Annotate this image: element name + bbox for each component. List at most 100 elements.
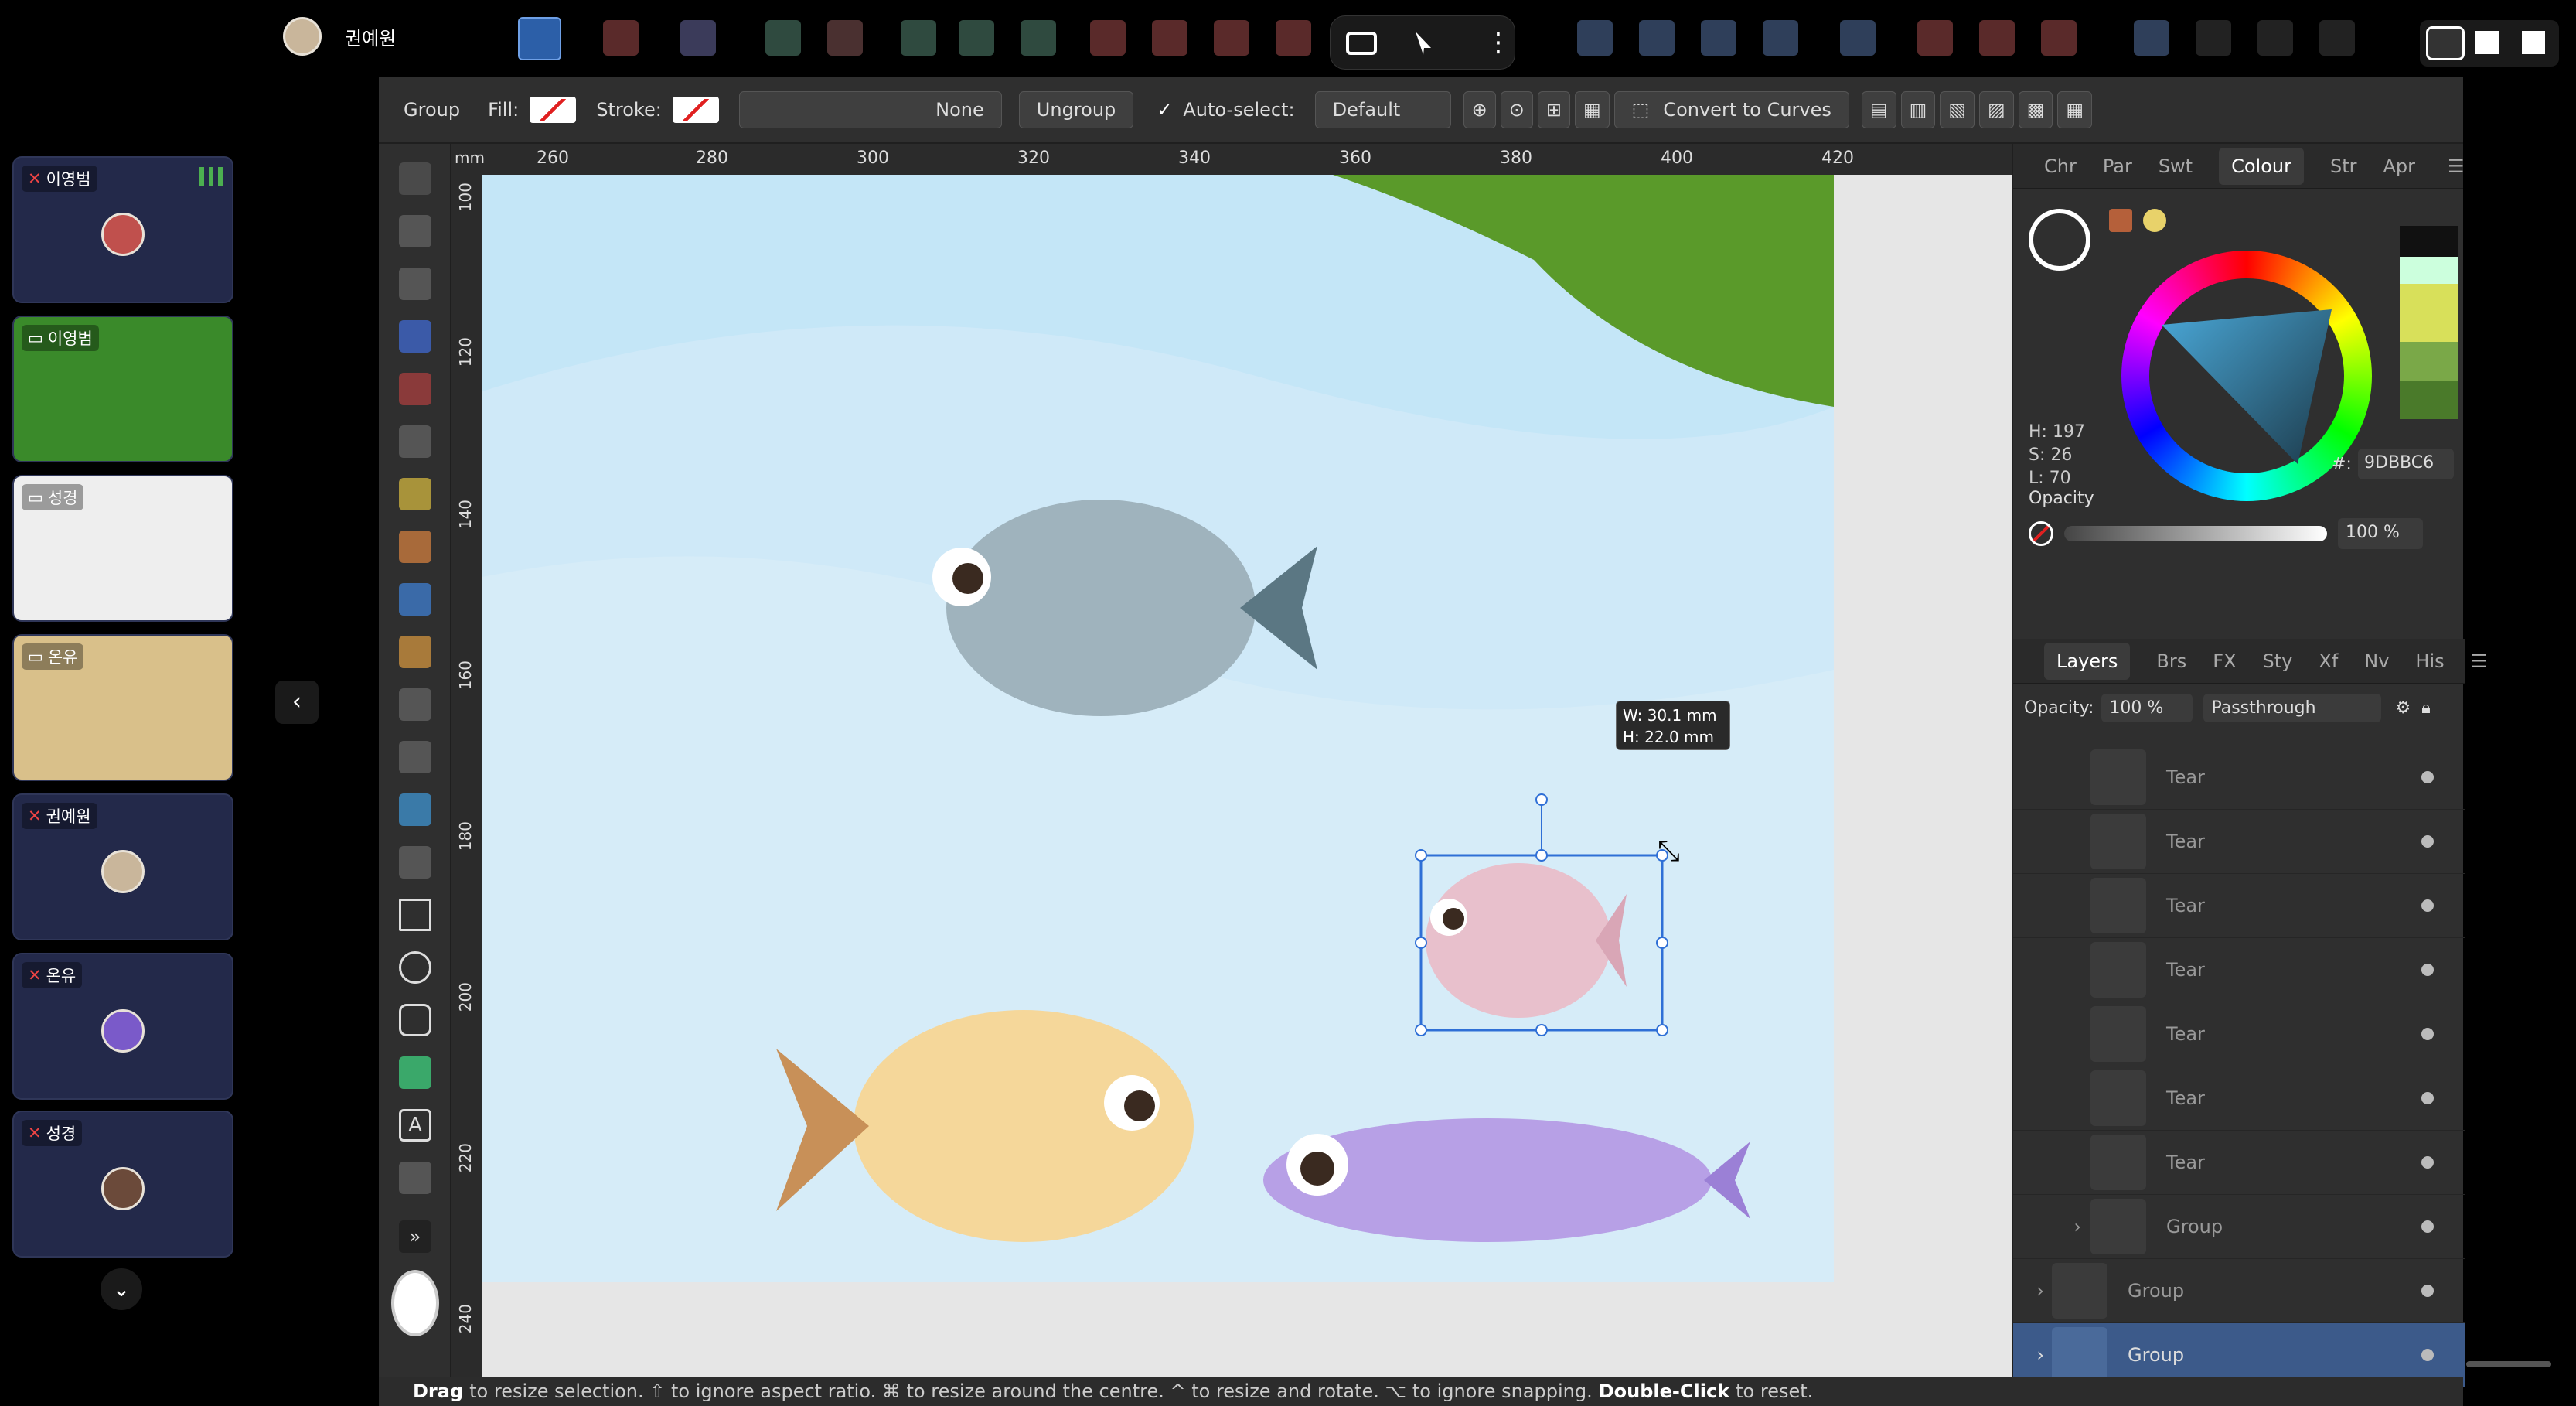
layer-row[interactable]: Tear <box>2013 1066 2465 1131</box>
boolean-xor-icon[interactable] <box>1276 20 1311 56</box>
view-mode-icon[interactable] <box>680 20 716 56</box>
layer-row[interactable]: Tear <box>2013 938 2465 1002</box>
align-icon[interactable] <box>1840 20 1876 56</box>
layer-row[interactable]: Tear <box>2013 1002 2465 1066</box>
resize-handle[interactable] <box>1656 1024 1668 1036</box>
boolean-intersect-icon[interactable] <box>1214 20 1249 56</box>
eyedropper-icon[interactable] <box>2109 209 2132 232</box>
visibility-icon[interactable] <box>2421 1349 2434 1361</box>
rotation-handle[interactable] <box>1535 793 1548 806</box>
visibility-icon[interactable] <box>2421 1028 2434 1040</box>
layer-settings-icon[interactable]: ⚙ <box>2395 698 2411 718</box>
persona-icon[interactable] <box>2319 20 2355 56</box>
crop-tool-icon[interactable] <box>399 846 431 879</box>
bbox-icon[interactable]: ⊙ <box>1500 91 1533 128</box>
rectangle-tool-icon[interactable] <box>399 899 431 931</box>
fill-tool-icon[interactable] <box>399 688 431 721</box>
expand-icon[interactable]: › <box>2013 1280 2052 1302</box>
tab-str[interactable]: Str <box>2330 155 2357 177</box>
gear-icon[interactable] <box>827 20 863 56</box>
participant-tile-4[interactable]: ▭ 온유 <box>12 634 233 781</box>
layer-row[interactable]: Tear <box>2013 1131 2465 1195</box>
fill-swatch[interactable] <box>530 97 577 123</box>
tab-swt[interactable]: Swt <box>2159 155 2193 177</box>
snap-icon[interactable] <box>603 20 639 56</box>
studio-icon[interactable] <box>2196 20 2231 56</box>
resize-handle[interactable] <box>1535 1024 1548 1036</box>
place-image-icon[interactable] <box>399 793 431 826</box>
participant-tile-5[interactable]: ✕ 권예원 <box>12 793 233 940</box>
no-colour-icon[interactable] <box>2029 521 2053 546</box>
visibility-icon[interactable] <box>2421 1220 2434 1233</box>
rounded-rect-tool-icon[interactable] <box>399 1004 431 1036</box>
guides-icon[interactable] <box>1917 20 1953 56</box>
flip-v-icon[interactable] <box>1639 20 1675 56</box>
stroke-style-dropdown[interactable]: None <box>738 91 1002 128</box>
layer-row[interactable]: Tear <box>2013 746 2465 810</box>
visibility-icon[interactable] <box>2421 771 2434 783</box>
layer-row[interactable]: › Group <box>2013 1195 2465 1259</box>
resize-handle[interactable] <box>1415 849 1427 862</box>
expand-icon[interactable]: › <box>2013 1344 2052 1366</box>
participant-tile-2[interactable]: ▭ 이영범 <box>12 316 233 462</box>
align-center-icon[interactable]: ▥ <box>1900 91 1936 128</box>
panel-menu-icon[interactable]: ☰ <box>2448 155 2465 177</box>
layout-grid-icon[interactable] <box>2475 31 2499 54</box>
resize-handle[interactable] <box>1415 1024 1427 1036</box>
eyedropper-tool-icon[interactable] <box>399 1162 431 1194</box>
visibility-icon[interactable] <box>2421 835 2434 848</box>
tab-par[interactable]: Par <box>2103 155 2132 177</box>
layout-sidebar-icon[interactable] <box>2522 31 2545 54</box>
participant-tile-6[interactable]: ✕ 온유 <box>12 953 233 1100</box>
snapping-magnet-icon[interactable] <box>2041 20 2077 56</box>
pencil-tool-icon[interactable] <box>399 478 431 510</box>
pen-tool-icon[interactable] <box>399 425 431 458</box>
lock-icon[interactable]: 🔒︎ <box>2421 698 2431 718</box>
visibility-icon[interactable] <box>2421 899 2434 912</box>
fill-stroke-selector[interactable] <box>2029 209 2090 271</box>
layer-row[interactable]: Tear <box>2013 874 2465 938</box>
tab-fx[interactable]: FX <box>2213 650 2236 672</box>
stroke-swatch[interactable] <box>672 97 719 123</box>
visibility-icon[interactable] <box>2421 1092 2434 1104</box>
transform-icon[interactable] <box>959 20 994 56</box>
tab-brs[interactable]: Brs <box>2156 650 2186 672</box>
pixel-brush-icon[interactable] <box>399 636 431 668</box>
layer-row[interactable]: Tear <box>2013 810 2465 874</box>
paint-brush-icon[interactable] <box>399 583 431 616</box>
grid-icon[interactable] <box>901 20 936 56</box>
tab-nv[interactable]: Nv <box>2364 650 2389 672</box>
tab-chr[interactable]: Chr <box>2044 155 2077 177</box>
export-icon[interactable] <box>2257 20 2293 56</box>
node-tool-icon[interactable] <box>399 268 431 300</box>
align-middle-icon[interactable]: ▩ <box>2018 91 2053 128</box>
colour-triangle[interactable] <box>2149 278 2344 473</box>
align-top-icon[interactable]: ▨ <box>1978 91 2014 128</box>
resize-handle[interactable] <box>1656 937 1668 949</box>
ellipse-tool-icon[interactable] <box>399 951 431 984</box>
screen-share-pill[interactable]: ⋮ <box>1330 15 1515 70</box>
ungroup-button[interactable]: Ungroup <box>1018 91 1134 128</box>
tab-colour[interactable]: Colour <box>2219 147 2304 185</box>
distribute-icon[interactable]: ⊞ <box>1537 91 1570 128</box>
hex-input[interactable]: 9DBBC6 <box>2358 449 2454 479</box>
align-left-icon[interactable]: ▤ <box>1861 91 1896 128</box>
grass-bush[interactable] <box>1333 175 1834 407</box>
pointer-icon[interactable] <box>1416 32 1431 55</box>
pixel-icon[interactable] <box>1021 20 1056 56</box>
move-tool-icon[interactable] <box>399 162 431 195</box>
shapes-tool-icon[interactable] <box>399 1056 431 1089</box>
rotate-left-icon[interactable] <box>1701 20 1736 56</box>
boolean-subtract-icon[interactable] <box>1152 20 1187 56</box>
opacity-slider[interactable] <box>2064 526 2327 541</box>
boolean-add-icon[interactable] <box>1090 20 1126 56</box>
align-bottom-icon[interactable]: ▦ <box>2057 91 2093 128</box>
resize-handle[interactable] <box>1535 849 1548 862</box>
opacity-input[interactable]: 100 % <box>2338 518 2423 549</box>
transform-origin-icon[interactable]: ⊕ <box>1463 91 1496 128</box>
flip-h-icon[interactable] <box>1577 20 1613 56</box>
convert-to-curves-button[interactable]: ⬚ Convert to Curves <box>1613 91 1849 128</box>
auto-select-checkbox[interactable]: ✓ <box>1157 99 1172 121</box>
panel-menu-icon[interactable]: ☰ <box>2471 650 2488 672</box>
assistant-icon[interactable] <box>2134 20 2169 56</box>
